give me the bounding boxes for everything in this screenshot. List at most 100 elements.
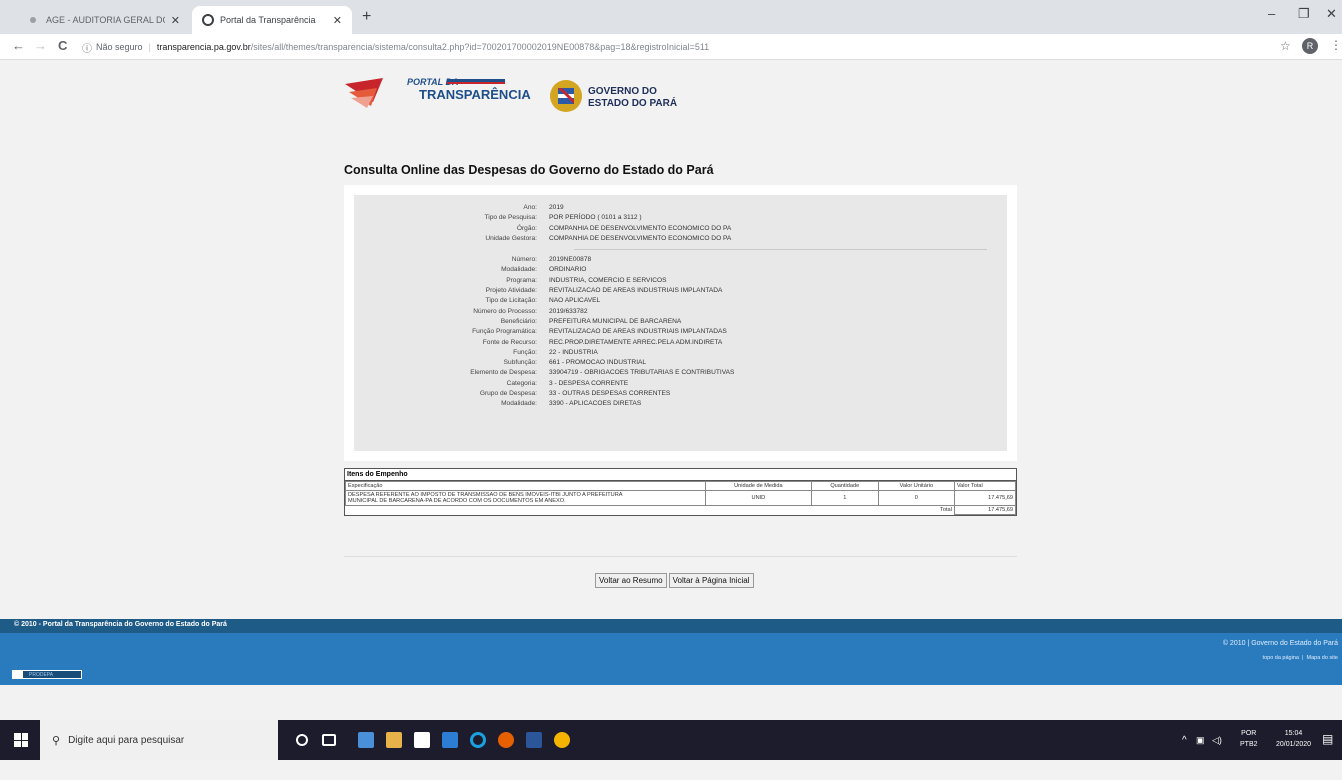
detail-row: Função: 22 - INDUSTRIA (354, 348, 1007, 358)
gov-logo-line1: GOVERNO DO (588, 86, 657, 97)
taskbar-search[interactable]: ⚲ Digite aqui para pesquisar (40, 720, 278, 760)
network-icon[interactable]: ▣ (1196, 720, 1205, 760)
detail-label: Categoria: (506, 379, 537, 387)
page-title: Consulta Online das Despesas do Governo … (344, 163, 714, 177)
home-page-button[interactable]: Voltar à Página Inicial (668, 573, 754, 588)
detail-value: REVITALIZACAO DE AREAS INDUSTRIAIS IMPLA… (549, 328, 727, 336)
detail-value: 661 - PROMOCAO INDUSTRIAL (549, 359, 647, 367)
detail-row: Subfunção: 661 - PROMOCAO INDUSTRIAL (354, 358, 1007, 368)
edge-icon[interactable] (470, 732, 486, 748)
close-tab-icon[interactable]: ✕ (171, 14, 180, 27)
column-header: Quantidade (810, 481, 879, 491)
detail-label: Grupo de Despesa: (479, 390, 537, 398)
tab-loading-icon (30, 17, 36, 23)
detail-row: Categoria: 3 - DESPESA CORRENTE (354, 379, 1007, 389)
new-tab-button[interactable]: + (362, 8, 371, 26)
lang-code: POR (1241, 730, 1257, 737)
browser-tab-strip: AGE - AUDITORIA GERAL DO ES ✕ Portal da … (0, 0, 1342, 34)
spec-line: MUNICIPAL DE BARCARENA-PA DE ACORDO COM … (348, 498, 566, 504)
sitemap-link[interactable]: Mapa do site (1307, 655, 1339, 661)
prodepa-logo[interactable]: PRODEPA (12, 670, 82, 679)
column-header: Valor Unitário (877, 481, 955, 491)
details-divider (574, 249, 987, 251)
browser-tab-portal[interactable]: Portal da Transparência ✕ (192, 6, 352, 34)
detail-row: Unidade Gestora: COMPANHIA DE DESENVOLVIM… (354, 234, 1007, 244)
maximize-icon[interactable]: ❐ (1298, 6, 1310, 22)
detail-row: Programa: INDUSTRIA, COMERCIO E SERVICOS (354, 276, 1007, 286)
store-icon[interactable] (386, 732, 402, 748)
detail-label: Órgão: (516, 224, 537, 232)
detail-value: REC.PROP.DIRETAMENTE ARREC.PELA ADM.INDI… (549, 338, 723, 346)
unit-value-cell: 0 (877, 490, 955, 506)
task-view-icon[interactable] (322, 734, 336, 746)
table-header-row: Especificação Unidade de Medida Quantida… (345, 481, 1017, 491)
detail-label: Função Programática: (472, 328, 537, 336)
items-table-panel: Itens do Empenho Especificação Unidade d… (344, 468, 1017, 516)
close-window-icon[interactable]: ✕ (1326, 6, 1337, 22)
total-cell: 17.475,69 (953, 490, 1017, 506)
portal-logo-line2: TRANSPARÊNCIA (419, 87, 531, 102)
detail-row: Beneficiário: PREFEITURA MUNICIPAL DE BAR… (354, 317, 1007, 327)
detail-value: COMPANHIA DE DESENVOLVIMENTO ECONOMICO D… (549, 224, 732, 232)
close-tab-icon[interactable]: ✕ (333, 14, 342, 27)
top-of-page-link[interactable]: topo da página (1263, 655, 1299, 661)
clock-time: 15:04 (1284, 730, 1303, 737)
qty-cell: 1 (810, 490, 879, 506)
forward-icon[interactable]: → (34, 38, 47, 53)
outlook-icon[interactable] (442, 732, 458, 748)
firefox-icon[interactable] (498, 732, 514, 748)
clock-date: 20/01/2020 (1276, 741, 1312, 748)
detail-label: Programa: (506, 276, 537, 284)
browser-tab-age[interactable]: AGE - AUDITORIA GERAL DO ES ✕ (20, 6, 190, 34)
detail-label: Ano: (523, 204, 537, 211)
footer-government-copyright: © 2010 | Governo do Estado do Pará (1222, 640, 1338, 647)
volume-icon[interactable]: ◁) (1212, 720, 1222, 760)
reload-icon[interactable]: C (58, 38, 67, 53)
details-top-section: Ano: 2019 Tipo de Pesquisa: POR PERÍODO ( … (354, 203, 1007, 244)
detail-label: Projeto Atividade: (485, 287, 537, 295)
minimize-icon[interactable]: – (1268, 6, 1275, 21)
bookmark-star-icon[interactable]: ☆ (1280, 39, 1291, 53)
column-header: Unidade de Medida (705, 481, 812, 491)
total-label: Total (345, 505, 955, 515)
profile-avatar[interactable]: R (1302, 38, 1318, 54)
windows-start-icon[interactable] (14, 733, 28, 747)
word-icon[interactable] (526, 732, 542, 748)
detail-row: Função Programática: REVITALIZACAO DE ARE… (354, 327, 1007, 337)
gov-logo-line2: ESTADO DO PARÁ (588, 96, 677, 109)
detail-value: 2019/633782 (549, 307, 588, 315)
detail-row: Fonte de Recurso: REC.PROP.DIRETAMENTE AR… (354, 338, 1007, 348)
detail-label: Subfunção: (503, 359, 537, 367)
notification-icon[interactable]: ▤ (1322, 732, 1333, 746)
detail-label: Modalidade: (501, 266, 537, 274)
chrome-icon[interactable] (554, 732, 570, 748)
detail-value: POR PERÍODO ( 0101 a 3112 ) (549, 214, 642, 222)
details-bottom-section: Número: 2019NE00878 Modalidade: ORDINARIO … (354, 255, 1007, 409)
taskbar-clock[interactable]: 15:04 20/01/2020 (1276, 728, 1311, 750)
back-icon[interactable]: ← (12, 38, 25, 53)
tray-chevron-icon[interactable]: ^ (1182, 720, 1187, 760)
detail-label: Fonte de Recurso: (482, 338, 537, 346)
portal-transparencia-logo[interactable]: PORTAL DA TRANSPARÊNCIA (343, 72, 533, 114)
detail-label: Função: (513, 348, 537, 356)
back-to-summary-button[interactable]: Voltar ao Resumo (595, 573, 667, 588)
detail-value: 2019NE00878 (549, 256, 592, 264)
footer-links: topo da página | Mapa do site (1263, 655, 1338, 661)
cortana-icon[interactable] (296, 734, 308, 746)
mail-icon[interactable] (414, 732, 430, 748)
detail-value: ORDINARIO (549, 266, 587, 274)
detail-row: Órgão: COMPANHIA DE DESENVOLVIMENTO ECONO… (354, 224, 1007, 234)
detail-value: NAO APLICAVEL (549, 297, 601, 305)
url-field[interactable]: ⓘ Não seguro | transparencia.pa.gov.br /… (82, 37, 1260, 57)
language-indicator[interactable]: POR PTB2 (1240, 728, 1258, 750)
calendar-app-icon[interactable] (358, 732, 374, 748)
spec-cell: DESPESA REFERENTE AO IMPOSTO DE TRANSMIS… (345, 490, 706, 506)
expense-details-inner: Ano: 2019 Tipo de Pesquisa: POR PERÍODO ( … (354, 195, 1007, 451)
detail-label: Número do Processo: (473, 307, 537, 315)
menu-icon[interactable]: ⋮ (1330, 38, 1342, 52)
info-icon[interactable]: ⓘ (82, 40, 92, 55)
governo-para-logo[interactable]: GOVERNO DO ESTADO DO PARÁ (548, 68, 678, 120)
detail-value: 33904719 - OBRIGACOES TRIBUTARIAS E CONT… (549, 369, 735, 377)
expense-details-panel: Ano: 2019 Tipo de Pesquisa: POR PERÍODO ( … (344, 185, 1017, 461)
detail-row: Número: 2019NE00878 (354, 255, 1007, 265)
